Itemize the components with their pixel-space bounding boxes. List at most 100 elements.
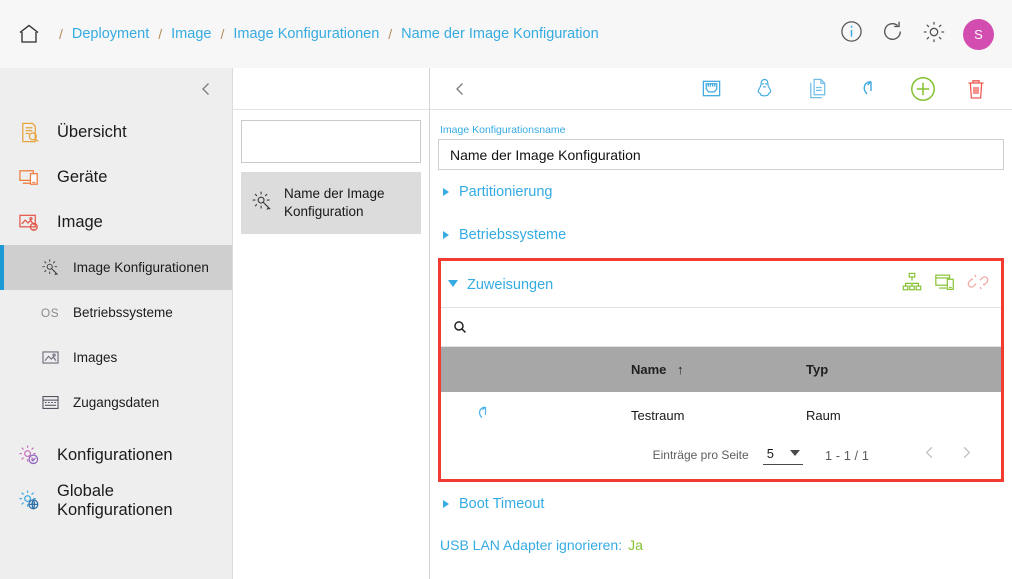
sidebar-item-uebersicht[interactable]: Übersicht bbox=[0, 110, 232, 155]
org-chart-icon[interactable] bbox=[901, 271, 923, 298]
breadcrumb-separator: / bbox=[388, 26, 393, 42]
assignments-search-input[interactable] bbox=[476, 319, 989, 335]
accordion-label: Betriebssysteme bbox=[459, 227, 567, 243]
inherited-arrow-icon bbox=[473, 406, 493, 427]
sidebar-item-images[interactable]: Images bbox=[0, 335, 232, 380]
list-item-label: Name der Image Konfiguration bbox=[284, 186, 385, 220]
sidebar-item-label: Übersicht bbox=[57, 123, 127, 141]
sidebar-item-label: Images bbox=[73, 350, 118, 365]
sidebar: Übersicht Geräte Image Image Konfigurati… bbox=[0, 68, 233, 579]
image-icon bbox=[14, 211, 44, 234]
chevron-down-icon bbox=[448, 280, 458, 291]
breadcrumb-current[interactable]: Name der Image Konfiguration bbox=[401, 26, 598, 42]
assignments-search[interactable] bbox=[441, 307, 1001, 347]
breadcrumb: / Deployment / Image / Image Konfigurati… bbox=[50, 26, 599, 42]
devices-icon bbox=[14, 166, 44, 189]
top-bar: / Deployment / Image / Image Konfigurati… bbox=[0, 0, 1012, 68]
sidebar-item-label: Betriebssysteme bbox=[73, 305, 173, 320]
sidebar-item-globale-konfigurationen[interactable]: Globale Konfigurationen bbox=[0, 478, 232, 523]
sort-ascending-icon: ↑ bbox=[677, 362, 684, 377]
search-icon bbox=[454, 321, 466, 333]
accordion-betriebssysteme[interactable]: Betriebssysteme bbox=[438, 213, 1004, 256]
main-panel: Image Konfigurationsname Name der Image … bbox=[430, 68, 1012, 579]
undo-icon[interactable] bbox=[856, 75, 884, 103]
device-group-icon[interactable] bbox=[934, 271, 956, 298]
accordion-partitionierung[interactable]: Partitionierung bbox=[438, 170, 1004, 213]
network-port-icon[interactable] bbox=[697, 75, 725, 103]
accordion-label: Boot Timeout bbox=[459, 496, 545, 512]
assignments-section: Zuweisungen Name ↑ Typ Testraum Raum Ein… bbox=[438, 258, 1004, 482]
image-config-icon bbox=[38, 258, 62, 277]
sidebar-item-zugangsdaten[interactable]: Zugangsdaten bbox=[0, 380, 232, 425]
assignments-header-icons bbox=[901, 271, 989, 298]
name-field-label: Image Konfigurationsname bbox=[440, 124, 566, 136]
column-header-name[interactable]: Name ↑ bbox=[631, 347, 806, 392]
column-header-icon bbox=[441, 347, 631, 392]
table-body: Testraum Raum bbox=[441, 392, 1001, 439]
chevron-left-icon bbox=[202, 83, 209, 95]
body-row: Übersicht Geräte Image Image Konfigurati… bbox=[0, 68, 1012, 579]
global-configurations-icon bbox=[14, 489, 44, 512]
column-header-name-label: Name bbox=[631, 362, 667, 377]
image-config-icon bbox=[251, 190, 273, 217]
pagination-next-button[interactable] bbox=[948, 445, 985, 465]
breadcrumb-image-konfigurationen[interactable]: Image Konfigurationen bbox=[233, 26, 379, 42]
assignments-header[interactable]: Zuweisungen bbox=[441, 261, 1001, 307]
images-icon bbox=[38, 348, 62, 367]
add-plus-icon[interactable] bbox=[909, 75, 937, 103]
pagination-range: 1 - 1 / 1 bbox=[824, 447, 869, 463]
list-item[interactable]: Name der Image Konfiguration bbox=[241, 172, 421, 235]
sidebar-item-label: Zugangsdaten bbox=[73, 395, 160, 410]
column-header-typ[interactable]: Typ bbox=[806, 347, 1001, 392]
sidebar-item-label: Geräte bbox=[57, 168, 108, 186]
chevron-right-icon bbox=[443, 231, 449, 239]
home-icon[interactable] bbox=[14, 19, 44, 49]
sidebar-item-konfigurationen[interactable]: Konfigurationen bbox=[0, 433, 232, 478]
chevron-left-icon bbox=[456, 82, 463, 95]
usb-lan-value: Ja bbox=[628, 537, 643, 553]
search-input[interactable] bbox=[263, 134, 439, 149]
pagination-prev-button[interactable] bbox=[911, 445, 948, 465]
sidebar-item-geraete[interactable]: Geräte bbox=[0, 155, 232, 200]
refresh-icon[interactable] bbox=[880, 19, 905, 49]
info-icon[interactable] bbox=[839, 19, 864, 49]
table-row[interactable]: Testraum Raum bbox=[441, 392, 1001, 439]
configurations-icon bbox=[14, 444, 44, 467]
row-typ: Raum bbox=[806, 408, 841, 423]
sidebar-item-label: Image Konfigurationen bbox=[73, 260, 209, 275]
main-content: Image Konfigurationsname Name der Image … bbox=[430, 110, 1012, 579]
usb-lan-label: USB LAN Adapter ignorieren: bbox=[440, 537, 623, 553]
copy-document-icon[interactable] bbox=[803, 75, 831, 103]
table-header: Name ↑ Typ bbox=[441, 347, 1001, 392]
accordion-boot-timeout[interactable]: Boot Timeout bbox=[438, 482, 1004, 525]
row-status-cell bbox=[441, 392, 631, 439]
row-name: Testraum bbox=[631, 408, 685, 423]
sidebar-item-betriebssysteme[interactable]: OS Betriebssysteme bbox=[0, 290, 232, 335]
toolbar-actions bbox=[697, 75, 998, 103]
unlink-icon[interactable] bbox=[967, 271, 989, 298]
accordion-label: Partitionierung bbox=[459, 184, 553, 200]
sidebar-item-label: Globale Konfigurationen bbox=[57, 481, 173, 519]
gear-icon[interactable] bbox=[921, 19, 947, 50]
assignments-title: Zuweisungen bbox=[467, 276, 554, 293]
sidebar-collapse-button[interactable] bbox=[0, 68, 232, 110]
main-toolbar bbox=[430, 68, 1012, 110]
per-page-select[interactable]: 5 bbox=[762, 446, 803, 465]
breadcrumb-image[interactable]: Image bbox=[171, 26, 211, 42]
name-field[interactable]: Name der Image Konfiguration bbox=[438, 139, 1004, 170]
breadcrumb-separator: / bbox=[158, 26, 163, 42]
sidebar-item-image-konfigurationen[interactable]: Image Konfigurationen bbox=[0, 245, 232, 290]
top-bar-actions: S bbox=[839, 18, 994, 50]
overview-icon bbox=[14, 121, 44, 144]
avatar[interactable]: S bbox=[963, 18, 994, 50]
breadcrumb-deployment[interactable]: Deployment bbox=[72, 26, 149, 42]
back-button[interactable] bbox=[438, 81, 482, 97]
breadcrumb-separator: / bbox=[59, 26, 63, 42]
sidebar-item-image[interactable]: Image bbox=[0, 200, 232, 245]
list-panel-search[interactable] bbox=[241, 120, 439, 163]
chevron-left-icon bbox=[925, 446, 933, 459]
delete-trash-icon[interactable] bbox=[962, 75, 990, 103]
breadcrumb-separator: / bbox=[220, 26, 225, 42]
linux-penguin-icon[interactable] bbox=[750, 75, 778, 103]
chevron-right-icon bbox=[963, 446, 971, 459]
